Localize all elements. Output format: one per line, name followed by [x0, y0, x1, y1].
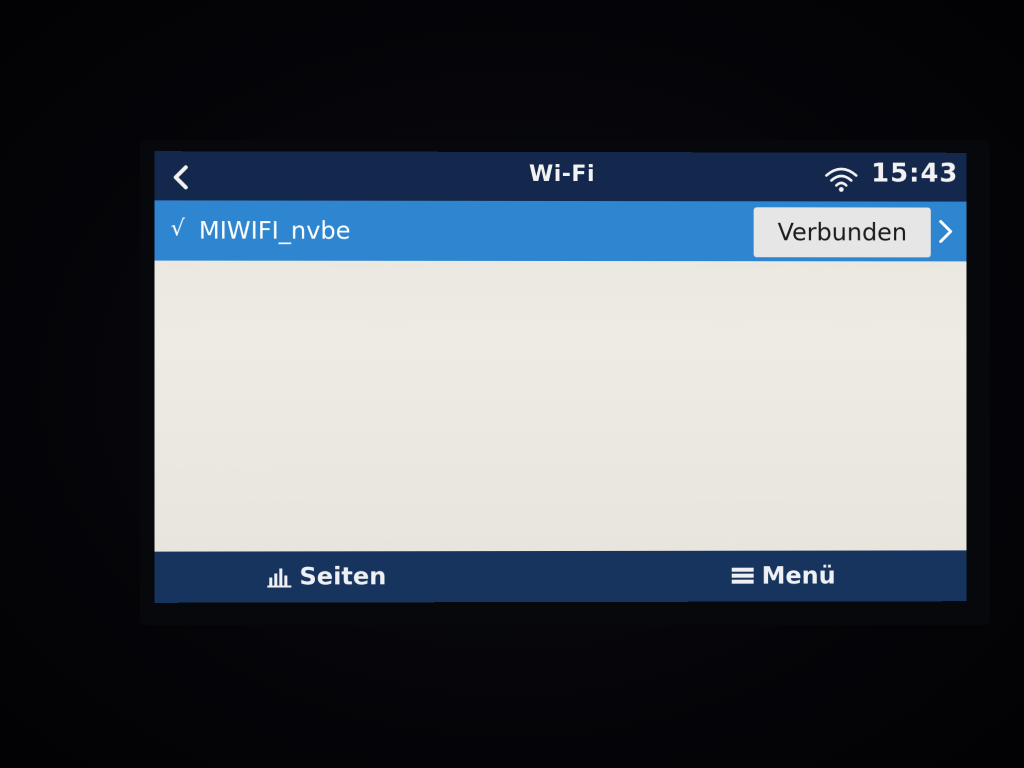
network-name: MIWIFI_nvbe — [198, 216, 351, 245]
footer-bar: Seiten Menü — [154, 550, 967, 603]
checkmark-icon: √ — [170, 216, 185, 242]
bar-chart-icon — [267, 565, 292, 588]
menu-label: Menü — [761, 561, 836, 590]
pages-label: Seiten — [299, 562, 387, 591]
connection-status-badge: Verbunden — [753, 207, 931, 258]
pages-button[interactable]: Seiten — [267, 559, 386, 593]
header-bar: Wi-Fi 15:43 — [154, 151, 967, 202]
device-screen: Wi-Fi 15:43 √ MIWIFI_nvbe Verbunden Seit… — [154, 151, 967, 603]
wifi-icon — [823, 164, 859, 192]
menu-button[interactable]: Menü — [731, 559, 836, 593]
network-row-selected[interactable]: √ MIWIFI_nvbe Verbunden — [154, 200, 967, 262]
chevron-right-icon — [935, 218, 957, 246]
clock: 15:43 — [871, 158, 959, 189]
network-list: √ MIWIFI_nvbe Verbunden — [154, 200, 967, 552]
hamburger-menu-icon — [731, 566, 754, 586]
